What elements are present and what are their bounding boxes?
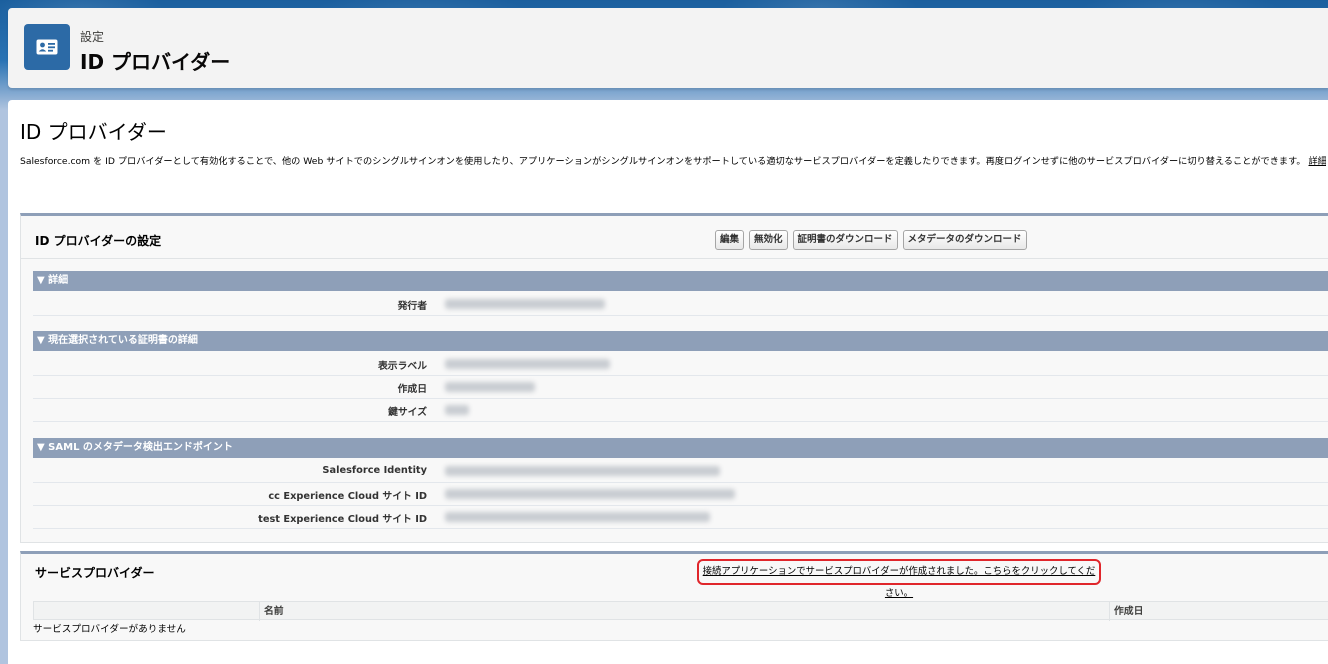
cc-site-id-value-redacted	[445, 489, 735, 499]
idp-settings-title: ID プロバイダーの設定	[35, 234, 162, 248]
row-display-label: 表示ラベル	[33, 353, 1328, 376]
key-size-value-redacted	[445, 405, 469, 415]
connected-app-notice: 接続アプリケーションでサービスプロバイダーが作成されました。こちらをクリックして…	[697, 559, 1101, 599]
created-date-value-redacted	[445, 382, 535, 392]
row-issuer: 発行者	[33, 293, 1328, 316]
page-title: ID プロバイダー	[20, 120, 167, 144]
download-metadata-button[interactable]: メタデータのダウンロード	[902, 230, 1027, 250]
section-certificate-header[interactable]: ▼ 現在選択されている証明書の詳細	[33, 331, 1328, 351]
service-providers-table-header: 名前 作成日	[33, 601, 1328, 621]
page-header: 設定 ID プロバイダー	[8, 8, 1328, 88]
page-description: Salesforce.com を ID プロバイダーとして有効化することで、他の…	[20, 153, 1326, 167]
row-test-site-id: test Experience Cloud サイト ID	[33, 506, 1328, 529]
idp-settings-buttons: 編集 無効化 証明書のダウンロード メタデータのダウンロード	[715, 230, 1027, 250]
service-providers-block: サービスプロバイダー 接続アプリケーションでサービスプロバイダーが作成されました…	[20, 551, 1328, 641]
row-salesforce-identity: Salesforce Identity	[33, 460, 1328, 483]
test-site-id-label: test Experience Cloud サイト ID	[258, 514, 427, 525]
help-link[interactable]: 詳細はこちら...	[1309, 156, 1327, 167]
description-text: Salesforce.com を ID プロバイダーとして有効化することで、他の…	[20, 156, 1306, 167]
header-overline: 設定	[80, 30, 105, 44]
id-card-icon	[24, 24, 70, 70]
section-saml-header[interactable]: ▼ SAML のメタデータ検出エンドポイント	[33, 438, 1328, 458]
issuer-label: 発行者	[397, 301, 427, 312]
column-name[interactable]: 名前	[259, 602, 1104, 621]
test-site-id-value-redacted	[445, 512, 710, 522]
edit-button[interactable]: 編集	[715, 230, 745, 250]
display-label-label: 表示ラベル	[378, 361, 427, 372]
service-providers-title: サービスプロバイダー	[35, 566, 155, 580]
download-certificate-button[interactable]: 証明書のダウンロード	[792, 230, 898, 250]
created-date-label: 作成日	[397, 384, 427, 395]
cc-site-id-label: cc Experience Cloud サイト ID	[268, 491, 427, 502]
section-details-header[interactable]: ▼ 詳細	[33, 271, 1328, 291]
key-size-label: 鍵サイズ	[388, 407, 427, 418]
issuer-value-redacted	[445, 299, 605, 309]
column-created[interactable]: 作成日	[1109, 602, 1143, 621]
salesforce-identity-value-redacted	[445, 466, 720, 476]
idp-settings-block: ID プロバイダーの設定 編集 無効化 証明書のダウンロード メタデータのダウン…	[20, 213, 1328, 543]
disable-button[interactable]: 無効化	[749, 230, 788, 250]
row-cc-site-id: cc Experience Cloud サイト ID	[33, 483, 1328, 506]
main-content: ID プロバイダー Salesforce.com を ID プロバイダーとして有…	[8, 100, 1328, 664]
idp-settings-header: ID プロバイダーの設定 編集 無効化 証明書のダウンロード メタデータのダウン…	[21, 216, 1328, 259]
row-key-size: 鍵サイズ	[33, 399, 1328, 422]
header-title: ID プロバイダー	[80, 50, 231, 74]
row-created-date: 作成日	[33, 376, 1328, 399]
empty-message: サービスプロバイダーがありません	[33, 624, 186, 635]
display-label-value-redacted	[445, 359, 610, 369]
connected-app-link[interactable]: 接続アプリケーションでサービスプロバイダーが作成されました。こちらをクリックして…	[703, 566, 1096, 599]
salesforce-identity-label: Salesforce Identity	[322, 465, 427, 476]
